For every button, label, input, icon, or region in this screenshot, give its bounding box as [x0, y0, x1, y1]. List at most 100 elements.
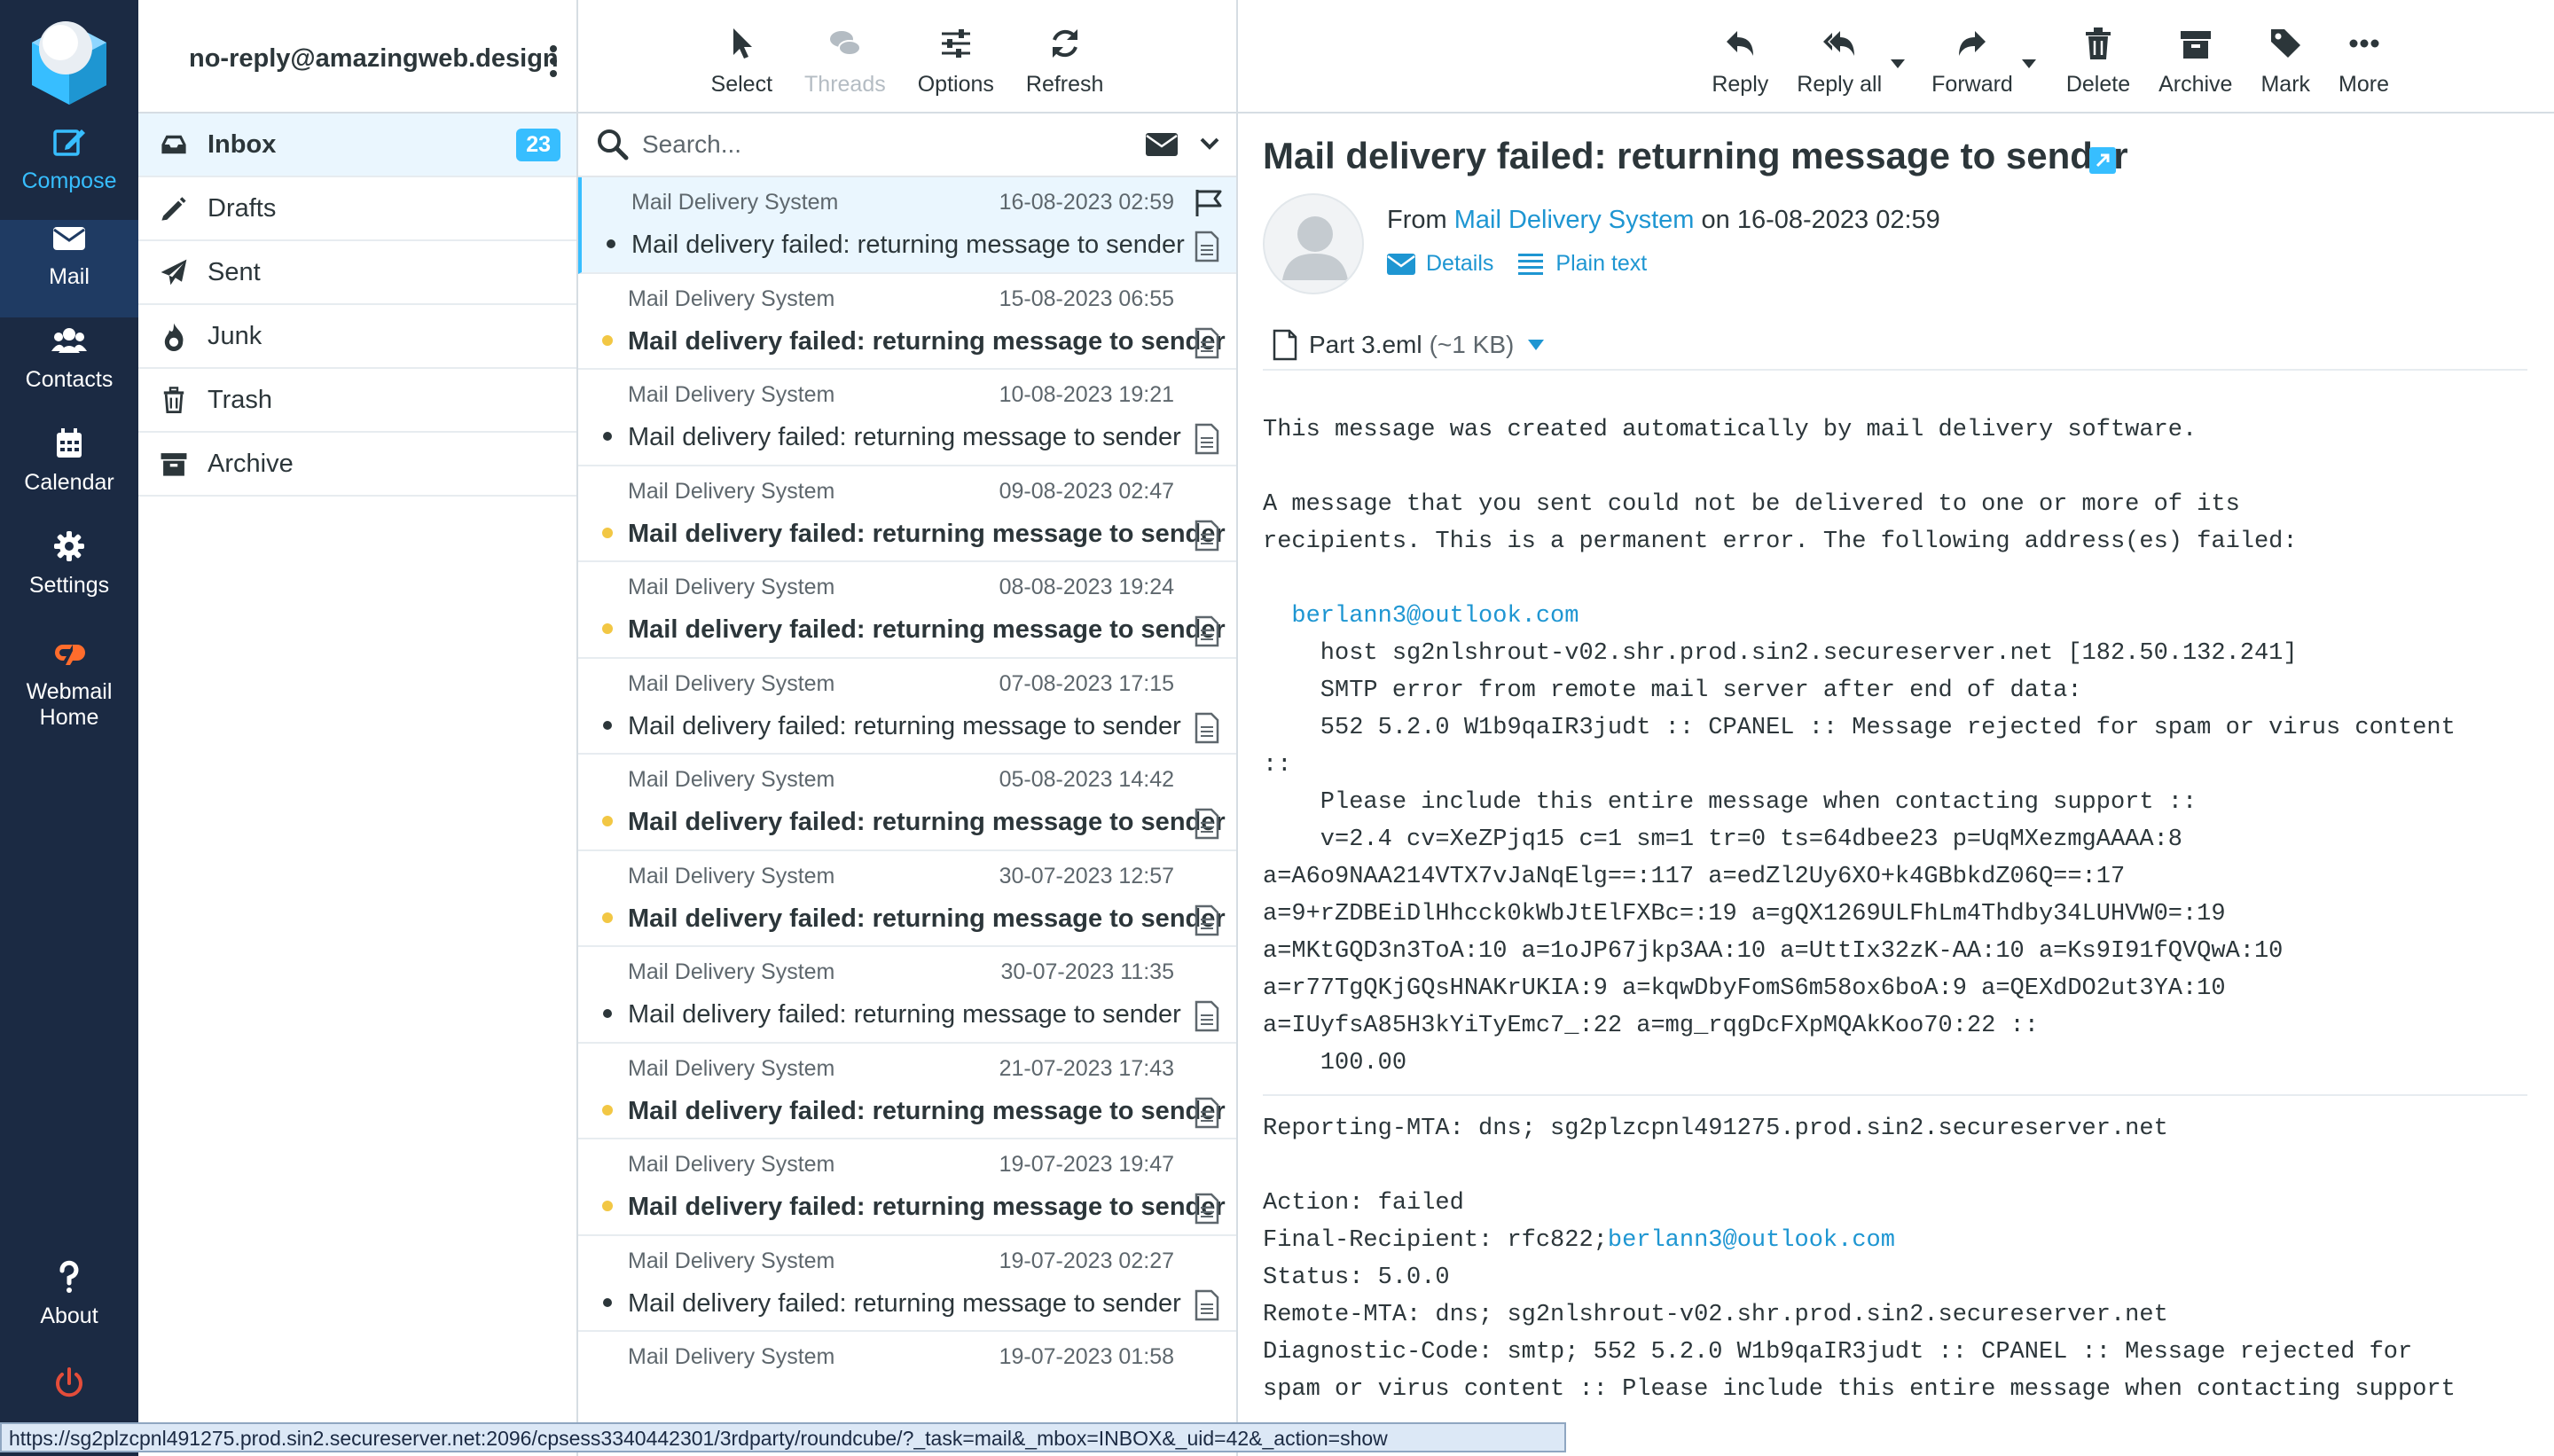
comments-icon — [829, 31, 861, 56]
unread-dot — [602, 334, 613, 346]
folder-sent[interactable]: Sent — [138, 241, 576, 305]
search-input[interactable] — [642, 124, 1103, 165]
attachment-item[interactable]: Part 3.eml (~1 KB) — [1263, 321, 2527, 371]
message-row[interactable]: Mail Delivery System 19-07-2023 01:58 — [578, 1332, 1236, 1429]
calendar-label: Calendar — [24, 470, 114, 495]
cursor-icon — [733, 28, 753, 59]
folder-trash[interactable]: Trash — [138, 369, 576, 433]
message-row[interactable]: Mail Delivery System 10-08-2023 19:21 Ma… — [578, 370, 1236, 466]
fire-icon — [156, 318, 192, 354]
message-subject: Mail delivery failed: returning message … — [631, 231, 1185, 259]
message-sender: Mail Delivery System — [628, 1344, 835, 1369]
message-row[interactable]: Mail Delivery System 15-08-2023 06:55 Ma… — [578, 274, 1236, 370]
flag-icon[interactable] — [1192, 186, 1224, 218]
archive-button[interactable]: Archive — [2158, 26, 2232, 98]
sender-avatar — [1263, 193, 1364, 294]
message-subject-heading: Mail delivery failed: returning message … — [1263, 135, 2128, 176]
more-label: More — [2339, 72, 2389, 97]
nav-settings[interactable]: Settings — [0, 528, 138, 626]
recipient-email-link[interactable]: berlann3@outlook.com — [1608, 1227, 1895, 1254]
message-list: Mail Delivery System 16-08-2023 02:59 Ma… — [578, 177, 1236, 1429]
options-button[interactable]: Options — [918, 26, 994, 98]
message-row[interactable]: Mail Delivery System 19-07-2023 19:47 Ma… — [578, 1139, 1236, 1236]
envelope-icon — [0, 220, 138, 259]
reply-button[interactable]: Reply — [1712, 26, 1768, 98]
body-line: SMTP error from remote mail server after… — [1263, 677, 2082, 704]
message-subject: Mail delivery failed: returning message … — [628, 904, 1226, 933]
reply-all-button[interactable]: Reply all — [1797, 26, 1906, 98]
message-sender: Mail Delivery System — [628, 1055, 835, 1081]
threads-button[interactable]: Threads — [804, 26, 886, 98]
message-subject: Mail delivery failed: returning message … — [628, 808, 1226, 836]
message-row[interactable]: Mail Delivery System 30-07-2023 12:57 Ma… — [578, 851, 1236, 947]
message-row[interactable]: Mail Delivery System 19-07-2023 02:27 Ma… — [578, 1236, 1236, 1332]
date-prefix: on — [1701, 206, 1730, 234]
roundcube-logo[interactable] — [21, 16, 117, 112]
search-bar — [578, 114, 1236, 177]
nav-webmail-home[interactable]: Webmail Home — [0, 635, 138, 741]
delete-button[interactable]: Delete — [2066, 26, 2130, 98]
external-link-icon[interactable] — [2089, 147, 2116, 174]
calendar-icon — [0, 426, 138, 465]
folder-drafts[interactable]: Drafts — [138, 177, 576, 241]
body-line: 100.00 — [1263, 1050, 1407, 1076]
compose-button[interactable]: Compose — [0, 124, 138, 222]
forward-button[interactable]: Forward — [1931, 26, 2036, 98]
nav-calendar[interactable]: Calendar — [0, 426, 138, 523]
question-icon — [0, 1259, 138, 1298]
nav-contacts[interactable]: Contacts — [0, 323, 138, 420]
sender-line: From Mail Delivery System on 16-08-2023 … — [1387, 206, 1940, 235]
webmail-label-line2: Home — [39, 705, 99, 730]
details-link[interactable]: Details — [1387, 250, 1493, 277]
message-list-panel: Select Threads Options Refresh Mail Deli… — [578, 0, 1238, 1456]
kebab-menu-icon[interactable] — [548, 44, 559, 78]
power-icon[interactable] — [51, 1366, 87, 1401]
more-button[interactable]: More — [2339, 26, 2389, 98]
threads-label: Threads — [804, 72, 886, 97]
chevron-down-icon[interactable] — [1891, 59, 1906, 68]
plain-text-link[interactable]: Plain text — [1516, 250, 1647, 277]
message-subject: Mail delivery failed: returning message … — [628, 1193, 1226, 1221]
message-row[interactable]: Mail Delivery System 21-07-2023 17:43 Ma… — [578, 1044, 1236, 1139]
recipient-email-link[interactable]: berlann3@outlook.com — [1291, 603, 1579, 630]
message-toolbar: Reply Reply all Forward Delete Archive M… — [1238, 0, 2554, 114]
nav-about[interactable]: About — [0, 1259, 138, 1357]
ellipsis-icon — [2349, 39, 2379, 48]
message-preview-panel: Reply Reply all Forward Delete Archive M… — [1238, 0, 2554, 1456]
message-subject: Mail delivery failed: returning message … — [628, 615, 1226, 644]
chevron-down-icon[interactable] — [2021, 59, 2036, 68]
folder-inbox[interactable]: Inbox 23 — [138, 114, 576, 177]
divider — [1263, 1094, 2527, 1096]
nav-mail[interactable]: Mail — [0, 220, 138, 317]
message-row[interactable]: Mail Delivery System 07-08-2023 17:15 Ma… — [578, 659, 1236, 755]
chevron-down-icon[interactable] — [1199, 137, 1220, 151]
browser-status-url: https://sg2plzcpnl491275.prod.sin2.secur… — [0, 1422, 1566, 1452]
archive-icon — [2180, 31, 2211, 59]
reply-all-icon — [1823, 31, 1855, 56]
message-row[interactable]: Mail Delivery System 16-08-2023 02:59 Ma… — [578, 177, 1236, 274]
refresh-button[interactable]: Refresh — [1025, 26, 1104, 98]
message-sender: Mail Delivery System — [628, 767, 835, 792]
body-line: v=2.4 cv=XeZPjq15 c=1 sm=1 tr=0 ts=64dbe… — [1263, 826, 2182, 853]
mark-button[interactable]: Mark — [2260, 26, 2310, 98]
app-navigation: Compose Mail Contacts Calendar Settings … — [0, 0, 138, 1456]
document-icon — [1195, 615, 1219, 647]
body-line: Status: 5.0.0 — [1263, 1264, 1450, 1291]
envelope-icon[interactable] — [1146, 131, 1178, 158]
message-row[interactable]: Mail Delivery System 08-08-2023 19:24 Ma… — [578, 562, 1236, 659]
chevron-down-icon[interactable] — [1528, 340, 1545, 350]
delete-label: Delete — [2065, 72, 2131, 97]
message-row[interactable]: Mail Delivery System 30-07-2023 11:35 Ma… — [578, 947, 1236, 1044]
users-icon — [0, 323, 138, 362]
message-sender: Mail Delivery System — [628, 670, 835, 696]
select-button[interactable]: Select — [711, 26, 772, 98]
account-name: no-reply@amazingweb.design — [189, 44, 559, 73]
message-row[interactable]: Mail Delivery System 09-08-2023 02:47 Ma… — [578, 466, 1236, 562]
refresh-label: Refresh — [1025, 72, 1104, 97]
sender-name-link[interactable]: Mail Delivery System — [1454, 206, 1695, 234]
document-icon — [1195, 712, 1219, 743]
folder-junk[interactable]: Junk — [138, 305, 576, 369]
message-date: 09-08-2023 02:47 — [999, 478, 1174, 504]
folder-archive[interactable]: Archive — [138, 433, 576, 497]
message-row[interactable]: Mail Delivery System 05-08-2023 14:42 Ma… — [578, 755, 1236, 851]
